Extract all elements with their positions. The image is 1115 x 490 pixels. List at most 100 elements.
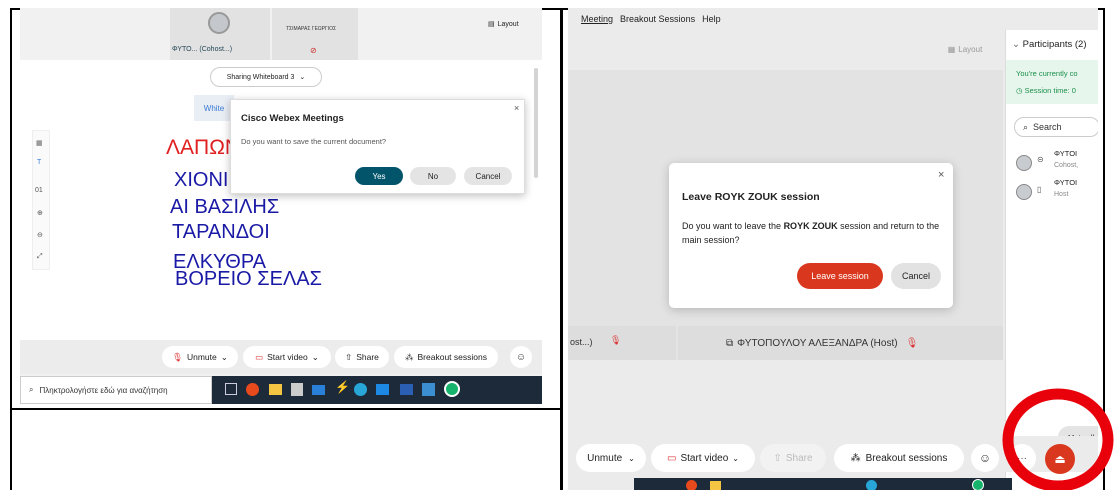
task-view-icon[interactable] [225,383,237,395]
start-video-button[interactable]: ▭ Start video ⌄ [651,444,755,472]
tile-left-label: ost...) [570,337,593,347]
whiteboard-tab[interactable]: White [194,95,234,121]
breakout-sessions-button[interactable]: ⁂ Breakout sessions [834,444,964,472]
cancel-button[interactable]: Cancel [464,167,512,185]
chrome-icon[interactable] [686,480,697,490]
chevron-down-icon: ⌄ [220,351,228,362]
share-dropdown[interactable]: Sharing Whiteboard 3 ⌄ [210,67,322,87]
edge-icon[interactable] [354,383,367,396]
share-icon: ⇧ [773,452,782,464]
video-off-icon: ▭ [255,351,264,362]
chevron-down-icon: ⌄ [311,351,319,362]
chevron-down-icon: ⌄ [299,74,306,81]
bolt-icon[interactable]: ⚡ [335,380,350,394]
session-time: ◷ Session time: 0 [1016,86,1076,95]
close-icon[interactable]: × [938,169,944,181]
participant-tile-1: ΦΥΤΟ... (Cohost...) [170,8,270,60]
participant-tile-2: ΤΣΙΜΑΡΑΣ ΓΕΩΡΓΙΟΣ ⊘ [272,8,358,60]
fit-icon[interactable]: ⤢ [37,253,43,261]
webex-icon[interactable] [972,479,984,490]
frame-line-left [10,8,12,490]
share-button[interactable]: ⇧ Share [760,444,826,472]
webex-icon[interactable] [444,381,460,397]
chrome-icon[interactable] [246,383,259,396]
whiteboard-toolbar: ▦ T 01 ⊕ ⊖ ⤢ [32,130,50,270]
start-video-button[interactable]: ▭ Start video ⌄ [243,346,331,368]
avatar [1016,184,1032,200]
participant-row[interactable]: ▯ ΦΥΤΟΙ Host [1014,176,1098,210]
photos-icon[interactable] [376,384,389,395]
unmute-button[interactable]: Unmute ⌄ [576,444,646,472]
yes-button[interactable]: Yes [355,167,403,185]
cancel-button[interactable]: Cancel [891,263,941,289]
word-icon[interactable] [400,384,413,395]
breakout-icon: ⁂ [850,452,861,464]
share-label: Share [356,352,379,362]
settings-icon[interactable] [422,383,435,396]
menu-meeting[interactable]: Meeting [581,14,613,24]
session-notice: You're currently co ◷ Session time: 0 [1006,60,1098,104]
frame-line-inner [10,408,562,410]
unmute-button[interactable]: 🎙 Unmute ⌄ [162,346,238,368]
layout-icon: ▦ [947,44,956,54]
menu-help[interactable]: Help [702,14,721,24]
mail-icon[interactable] [312,385,325,395]
annotation-circle [1002,388,1114,490]
zoom-out-icon[interactable]: ⊖ [37,231,43,239]
zoom-in-icon[interactable]: ⊕ [37,209,43,217]
unmute-label: Unmute [186,352,217,362]
search-icon: ⌕ [29,385,34,394]
leave-session-label: Leave session [811,271,869,281]
session-notice-text: You're currently co [1016,69,1078,78]
dialog-message: Do you want to save the current document… [241,137,387,146]
chevron-down-icon: ⌄ [1012,39,1023,50]
close-icon[interactable]: × [514,103,519,113]
cohost-icon: ⊝ [1037,155,1044,164]
chevron-down-icon: ⌄ [628,453,635,463]
avatar [208,12,230,34]
emoji-icon: ☺ [978,451,992,465]
emoji-icon: ☺ [515,351,527,363]
file-explorer-icon[interactable] [269,384,282,395]
whiteboard-scrollbar[interactable] [534,68,538,178]
layout-button[interactable]: ▦ Layout [936,40,994,58]
whiteboard-word-4: ΤΑΡΑΝΔΟΙ [172,221,270,243]
video-off-icon: ▭ [667,452,677,464]
share-icon: ⇧ [345,351,353,362]
layout-icon: ▤ [488,21,495,28]
layout-label: Layout [497,20,519,28]
text-tool-icon[interactable]: T [37,159,41,166]
reactions-button[interactable]: ☺ [510,346,532,368]
menu-breakout-sessions[interactable]: Breakout Sessions [620,14,695,24]
participants-header[interactable]: ⌄ Participants (2) [1012,39,1087,50]
grid-tool-icon[interactable]: ▦ [36,139,43,147]
whiteboard-word-2: ΧΙΟΝΙ [174,169,229,191]
dialog-title: Leave ROYK ZOUK session [682,191,820,203]
layout-button[interactable]: ▤ Layout [488,16,532,32]
annotation-ellipse [1002,388,1114,490]
share-button[interactable]: ⇧ Share [335,346,389,368]
edge-icon[interactable] [866,480,877,490]
breakout-icon: ⁂ [405,351,414,362]
frame-line-mid [560,8,563,490]
whiteboard-word-6: ΒΟΡΕΙΟ ΣΕΛΑΣ [175,268,323,290]
whiteboard-tab-label: White [203,103,225,113]
reactions-button[interactable]: ☺ [971,444,999,472]
breakout-label: Breakout sessions [865,452,948,464]
page-number-icon: 01 [35,187,43,194]
start-video-label: Start video [267,352,308,362]
session-time-text: Session time: 0 [1024,86,1076,95]
participants-search-input[interactable]: ⌕ Search [1014,117,1098,137]
breakout-sessions-button[interactable]: ⁂ Breakout sessions [394,346,498,368]
taskbar-search[interactable]: ⌕ Πληκτρολογήστε εδώ για αναζήτηση [20,376,212,404]
file-explorer-icon[interactable] [710,481,721,490]
participant-role: Cohost, [1054,162,1079,169]
no-button-label: No [427,171,439,181]
participant-2-name: ΤΣΙΜΑΡΑΣ ΓΕΩΡΓΙΟΣ [286,26,337,32]
no-button[interactable]: No [410,167,456,185]
participant-name: ΦΥΤΟΙ [1054,178,1078,187]
menu-bar: Meeting Breakout Sessions Help [568,8,1008,30]
avatar [1016,155,1032,171]
leave-session-button[interactable]: Leave session [797,263,883,289]
store-icon[interactable] [291,383,303,396]
